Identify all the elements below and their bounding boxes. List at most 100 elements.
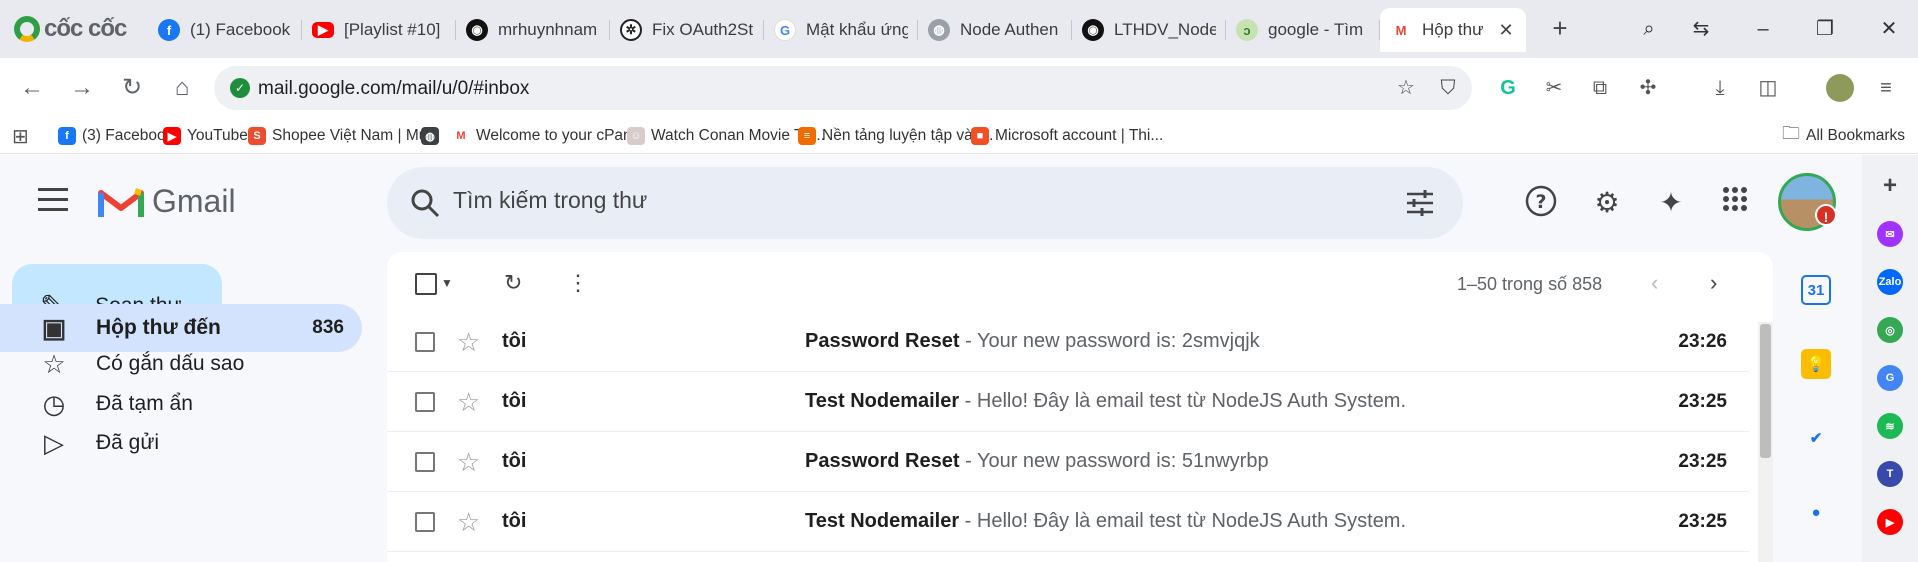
bookmark-item[interactable]: f (3) Facebook	[58, 124, 173, 148]
star-icon[interactable]: ☆	[457, 327, 480, 358]
url-text[interactable]: mail.google.com/mail/u/0/#inbox	[258, 78, 529, 100]
bookmark-item[interactable]: ▶ YouTube	[163, 124, 248, 148]
browser-tab[interactable]: f (1) Facebook	[148, 8, 302, 52]
bookmark-item[interactable]: ◍	[421, 124, 439, 148]
tab-search-icon[interactable]: ⌕	[1632, 12, 1666, 46]
row-checkbox[interactable]	[415, 512, 435, 532]
all-bookmarks-label: All Bookmarks	[1806, 127, 1906, 144]
refresh-icon[interactable]: ↻	[504, 270, 522, 296]
tab-label: mrhuynhnam	[498, 20, 598, 39]
next-page-icon[interactable]: ›	[1710, 270, 1717, 296]
tasks-icon[interactable]: ✔	[1801, 423, 1831, 453]
browser-tab[interactable]: ◍ Node Authen	[918, 8, 1072, 52]
home-button[interactable]: ⌂	[166, 72, 198, 104]
search-placeholder[interactable]: Tìm kiếm trong thư	[453, 187, 647, 214]
browser-tab[interactable]: G Mật khẩu ứng	[764, 8, 918, 52]
close-window-button[interactable]: ✕	[1872, 12, 1906, 46]
nav-item-star[interactable]: ☆ Có gắn dấu sao	[0, 344, 362, 384]
conan-icon: ☺	[627, 127, 645, 145]
prev-page-icon[interactable]: ‹	[1651, 270, 1658, 296]
row-checkbox[interactable]	[415, 392, 435, 412]
bookmark-star-icon[interactable]: ☆	[1394, 76, 1418, 100]
bookmark-item[interactable]: M Welcome to your cPan...	[452, 124, 645, 148]
telegram-icon[interactable]: T	[1877, 461, 1903, 487]
star-icon[interactable]: ☆	[457, 387, 480, 418]
reload-button[interactable]: ↻	[116, 72, 148, 104]
new-tab-button[interactable]: +	[1545, 14, 1575, 44]
facebook-icon: f	[58, 127, 76, 145]
select-all-checkbox[interactable]	[415, 273, 437, 295]
youtube-icon[interactable]: ▶	[1877, 509, 1903, 535]
coccoc-logo[interactable]: cốc cốc	[14, 14, 127, 44]
profile-avatar[interactable]	[1826, 74, 1854, 102]
email-subject: Test Nodemailer	[805, 390, 960, 412]
forward-button[interactable]: →	[66, 72, 98, 104]
calendar-icon[interactable]: 31	[1801, 275, 1831, 305]
zalo-icon[interactable]: Zalo	[1877, 269, 1903, 295]
scrollbar-thumb[interactable]	[1760, 324, 1771, 458]
bookmark-item[interactable]: ☺ Watch Conan Movie Tậ...	[627, 124, 825, 148]
shield-icon[interactable]: ⛉	[1436, 76, 1460, 100]
browser-tab[interactable]: ↄ google - Tìm	[1226, 8, 1380, 52]
star-icon[interactable]: ☆	[457, 507, 480, 538]
browser-tab[interactable]: ▶ [Playlist #10]	[302, 8, 456, 52]
more-options-icon[interactable]: ⋮	[567, 270, 589, 296]
help-icon[interactable]: ?	[1522, 184, 1560, 222]
account-avatar[interactable]: !	[1778, 173, 1837, 231]
browser-tab[interactable]: ◉ mrhuynhnam	[456, 8, 610, 52]
search-icon[interactable]	[409, 187, 441, 219]
spotify-icon[interactable]: ≋	[1877, 413, 1903, 439]
settings-gear-icon[interactable]: ⚙	[1588, 184, 1626, 222]
all-bookmarks-button[interactable]: 🗀 All Bookmarks	[1782, 123, 1906, 148]
row-checkbox[interactable]	[415, 452, 435, 472]
browser-tab[interactable]: ✲ Fix OAuth2St	[610, 8, 764, 52]
browser-tab[interactable]: ◉ LTHDV_Node	[1072, 8, 1226, 52]
apps-grid-icon[interactable]: ⊞	[12, 124, 29, 148]
email-subject: Password Reset	[805, 330, 960, 352]
tab-gmail-active[interactable]: M Hộp thư ✕	[1380, 8, 1526, 52]
menu-icon[interactable]: ≡	[1872, 74, 1900, 102]
coccoc-logo-icon	[14, 16, 40, 42]
game-icon[interactable]: ◎	[1877, 317, 1903, 343]
copy-extension-icon[interactable]: ⧉	[1586, 74, 1614, 102]
grammarly-icon[interactable]: G	[1494, 74, 1522, 102]
star-icon[interactable]: ☆	[457, 447, 480, 478]
email-row[interactable]: ☆ tôi Test Nodemailer - Hello! Đây là emai…	[387, 492, 1749, 552]
email-row[interactable]: ☆ tôi Password Reset - Your new password i…	[387, 312, 1749, 372]
bookmark-item[interactable]: ≡ Nền tảng luyện tập và l...	[798, 124, 993, 148]
nav-item-send[interactable]: ▷ Đã gửi	[0, 423, 362, 463]
search-options-icon[interactable]	[1405, 189, 1435, 217]
translate-icon[interactable]: G	[1877, 365, 1903, 391]
main-menu-icon[interactable]	[38, 188, 68, 212]
split-view-icon[interactable]: ⇆	[1684, 12, 1718, 46]
secure-lock-icon[interactable]: ✓	[230, 78, 250, 98]
email-row[interactable]: ☆ tôi Password Reset - Your new password i…	[387, 432, 1749, 492]
apps-grid-icon[interactable]	[1716, 184, 1754, 222]
nav-item-clock[interactable]: ◷ Đã tạm ẩn	[0, 384, 362, 424]
extensions-icon[interactable]: ✣	[1634, 74, 1662, 102]
back-button[interactable]: ←	[16, 72, 48, 104]
address-bar[interactable]: ✓ mail.google.com/mail/u/0/#inbox ☆ ⛉	[214, 66, 1472, 110]
nav-item-label: Đã gửi	[96, 431, 160, 454]
add-icon[interactable]: +	[1877, 172, 1903, 199]
minimize-button[interactable]: –	[1746, 12, 1780, 46]
download-icon[interactable]: ⤓	[1706, 74, 1734, 102]
contacts-icon[interactable]: ●	[1801, 497, 1831, 527]
email-row[interactable]: ☆ tôi Test Nodemailer - Hello! Đây là emai…	[387, 372, 1749, 432]
tools-extension-icon[interactable]: ✂	[1540, 74, 1568, 102]
keep-icon[interactable]: 💡	[1801, 349, 1831, 379]
mail-search-bar[interactable]: Tìm kiếm trong thư	[387, 167, 1463, 239]
bookmark-item[interactable]: ■ Microsoft account | Thi...	[971, 124, 1163, 148]
gmail-logo[interactable]: Gmail	[98, 183, 236, 220]
mail-list-scrollbar[interactable]	[1758, 322, 1773, 562]
sidebar-toggle-icon[interactable]: ◫	[1754, 74, 1782, 102]
close-tab-icon[interactable]: ✕	[1496, 20, 1516, 41]
gemini-icon[interactable]: ✦	[1652, 184, 1690, 222]
restore-button[interactable]: ❐	[1808, 12, 1842, 46]
messenger-icon[interactable]: ✉	[1877, 221, 1903, 247]
bookmark-item[interactable]: S Shopee Việt Nam | Mu...	[248, 124, 440, 148]
email-sender: tôi	[502, 510, 527, 532]
select-dropdown-icon[interactable]: ▼	[441, 270, 453, 296]
row-checkbox[interactable]	[415, 332, 435, 352]
send-icon: ▷	[44, 427, 64, 458]
